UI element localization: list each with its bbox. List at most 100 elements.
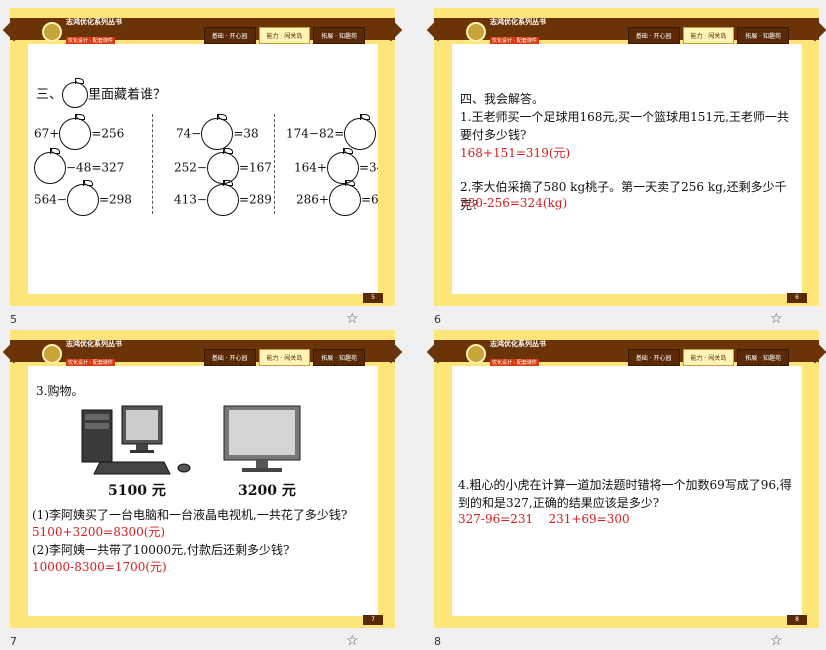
section-title: 3.购物。 [36,384,84,398]
slide-8[interactable]: 志鸿优化系列丛书 优化设计 · 配套课件 基础 · 开心园 能力 · 闯关岛 拓展… [434,330,819,628]
apple-icon [344,114,377,150]
section-tabs: 基础 · 开心园 能力 · 闯关岛 拓展 · 知趣苑 [627,27,789,44]
tab-extension[interactable]: 拓展 · 知趣苑 [313,27,365,44]
slide-7[interactable]: 志鸿优化系列丛书 优化设计 · 配套课件 基础 · 开心园 能力 · 闯关岛 拓展… [10,330,395,628]
heading-prefix: 三、 [36,87,63,103]
question: 4.粗心的小虎在计算一道加法题时错将一个加数69写成了96,得到的和是327,正… [458,478,792,510]
page-number-box: 7 [363,615,383,625]
slide-number: 7 [10,635,17,648]
computer-image [81,405,191,475]
slide-content: 三、 里面藏着谁？ 67+ =256 −48=327 564− =298 74− =38… [28,44,378,294]
slide-6[interactable]: 志鸿优化系列丛书 优化设计 · 配套课件 基础 · 开心园 能力 · 闯关岛 拓展… [434,8,819,306]
logo-coin-icon [466,22,486,42]
equation-right: =167 [238,160,272,175]
tab-ability[interactable]: 能力 · 闯关岛 [682,27,735,44]
answer-2: 10000-8300=1700(元) [32,560,167,574]
logo-subtitle: 优化设计 · 配套课件 [66,359,115,366]
section-tabs: 基础 · 开心园 能力 · 闯关岛 拓展 · 知趣苑 [203,27,365,44]
equation-right: =38 [233,126,259,141]
section-title: 四、我会解答。 [460,92,545,106]
question-2: (2)李阿姨一共带了10000元,付款后还剩多少钱? [32,543,290,557]
tab-ability[interactable]: 能力 · 闯关岛 [682,349,735,366]
logo: 志鸿优化系列丛书 优化设计 · 配套课件 [466,340,546,368]
column-divider [152,114,153,214]
slide-thumbnail-5[interactable]: 志鸿优化系列丛书 优化设计 · 配套课件 基础 · 开心园 能力 · 闯关岛 拓展… [0,8,395,328]
question-1: (1)李阿姨买了一台电脑和一台液晶电视机,一共花了多少钱? [32,508,348,522]
tv-image [223,405,301,472]
tab-basics[interactable]: 基础 · 开心园 [203,349,256,366]
tab-ability[interactable]: 能力 · 闯关岛 [258,27,311,44]
equation: 74− =38 [176,114,259,150]
apple-icon [66,180,99,216]
tab-basics[interactable]: 基础 · 开心园 [203,27,256,44]
equation: 564− =298 [34,180,132,216]
page-number-box: 5 [363,293,383,303]
slide-5[interactable]: 志鸿优化系列丛书 优化设计 · 配套课件 基础 · 开心园 能力 · 闯关岛 拓展… [10,8,395,306]
equation: 413− =289 [174,180,272,216]
equation-left: 286+ [296,192,329,207]
star-icon[interactable]: ☆ [770,311,783,327]
equation-right: =342 [358,160,378,175]
tab-basics[interactable]: 基础 · 开心园 [627,27,680,44]
equation-right: =256 [91,126,125,141]
apple-icon [62,78,89,108]
equation-right: −48=327 [66,160,125,175]
computer-price: 5100 元 [108,483,166,499]
logo-subtitle: 优化设计 · 配套课件 [490,37,539,44]
slide-thumbnail-6[interactable]: 志鸿优化系列丛书 优化设计 · 配套课件 基础 · 开心园 能力 · 闯关岛 拓展… [424,8,819,328]
logo: 志鸿优化系列丛书 优化设计 · 配套课件 [466,18,546,46]
equation-left: 174−82= [286,126,345,141]
column-divider [274,114,275,214]
logo: 志鸿优化系列丛书 优化设计 · 配套课件 [42,18,122,46]
equation-left: 564− [34,192,67,207]
apple-icon [206,180,239,216]
slide-number: 5 [10,313,17,326]
slide-number: 8 [434,635,441,648]
logo-title: 志鸿优化系列丛书 [490,340,546,348]
equation-left: 413− [174,192,207,207]
equation-right: =298 [98,192,132,207]
logo-title: 志鸿优化系列丛书 [66,340,122,348]
tab-ability[interactable]: 能力 · 闯关岛 [258,349,311,366]
slide-content: 3.购物。 5100 元 3200 元 (1)李阿姨买了一台电脑和一台液晶电视机… [28,366,378,616]
equation: −48=327 [34,148,125,184]
slide-number: 6 [434,313,441,326]
apple-icon [326,148,359,184]
apple-icon [201,114,234,150]
section-tabs: 基础 · 开心园 能力 · 闯关岛 拓展 · 知趣苑 [627,349,789,366]
equation-right: =289 [238,192,272,207]
tab-basics[interactable]: 基础 · 开心园 [627,349,680,366]
logo-title: 志鸿优化系列丛书 [490,18,546,26]
slide-content: 4.粗心的小虎在计算一道加法题时错将一个加数69写成了96,得到的和是327,正… [452,366,802,616]
tab-extension[interactable]: 拓展 · 知趣苑 [313,349,365,366]
slide-thumbnail-8[interactable]: 志鸿优化系列丛书 优化设计 · 配套课件 基础 · 开心园 能力 · 闯关岛 拓展… [424,330,819,650]
star-icon[interactable]: ☆ [770,633,783,649]
section-heading: 三、 里面藏着谁？ [36,78,167,108]
tab-extension[interactable]: 拓展 · 知趣苑 [737,349,789,366]
slide-thumbnail-7[interactable]: 志鸿优化系列丛书 优化设计 · 配套课件 基础 · 开心园 能力 · 闯关岛 拓展… [0,330,395,650]
equation-right: =643 [360,192,378,207]
equation-left: 74− [176,126,202,141]
star-icon[interactable]: ☆ [346,311,359,327]
equation-left: 252− [174,160,207,175]
equation: 174−82= [286,114,377,150]
answer: 327-96=231 231+69=300 [458,512,630,526]
equation-left: 164+ [294,160,327,175]
tab-extension[interactable]: 拓展 · 知趣苑 [737,27,789,44]
section-tabs: 基础 · 开心园 能力 · 闯关岛 拓展 · 知趣苑 [203,349,365,366]
logo-subtitle: 优化设计 · 配套课件 [66,37,115,44]
logo-title: 志鸿优化系列丛书 [66,18,122,26]
star-icon[interactable]: ☆ [346,633,359,649]
answer-1: 168+151=319(元) [460,146,571,160]
logo-coin-icon [466,344,486,364]
equation: 67+ =256 [34,114,125,150]
logo-coin-icon [42,344,62,364]
equation: 164+ =342 [294,148,378,184]
answer-1: 5100+3200=8300(元) [32,525,166,539]
heading-suffix: 里面藏着谁？ [88,87,167,103]
question-1: 1.王老师买一个足球用168元,买一个篮球用151元,王老师一共要付多少钱? [460,110,789,142]
apple-icon [328,180,361,216]
page-number-box: 6 [787,293,807,303]
apple-icon [34,148,66,184]
logo: 志鸿优化系列丛书 优化设计 · 配套课件 [42,340,122,368]
